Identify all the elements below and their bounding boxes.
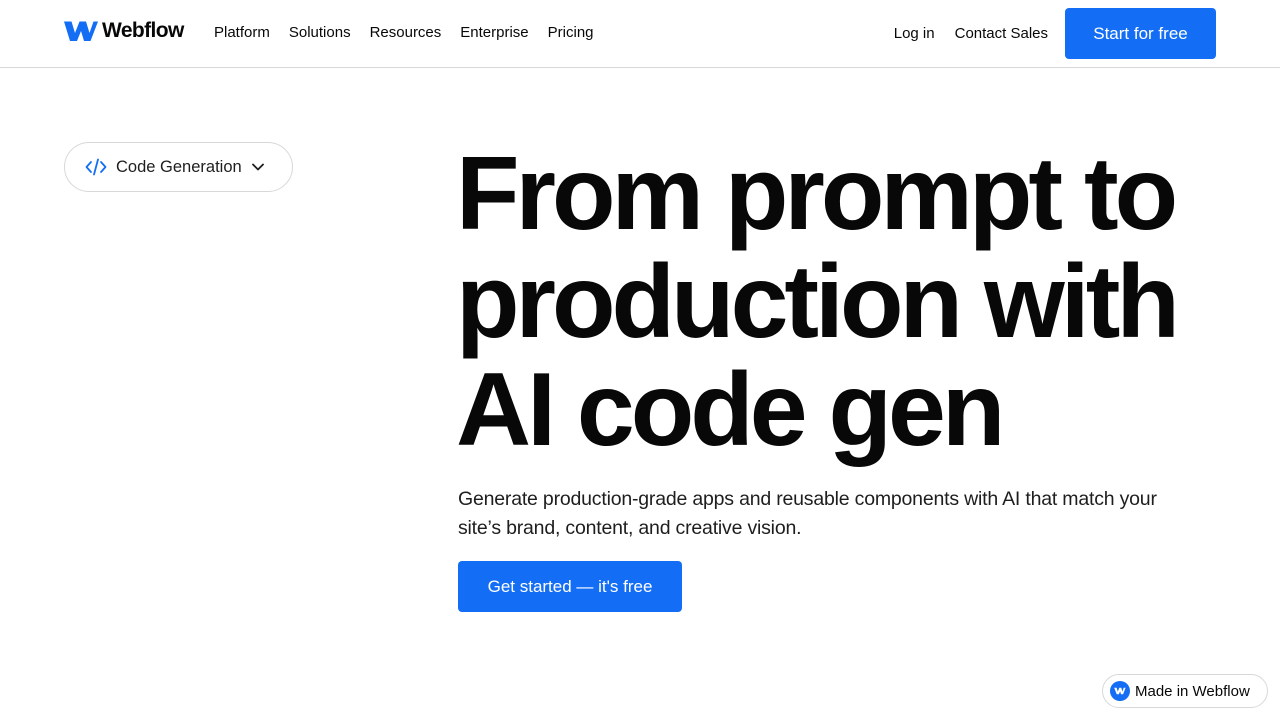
top-navigation: Webflow Platform Solutions Resources Ent… — [0, 0, 1280, 68]
nav-link-solutions[interactable]: Solutions — [289, 22, 351, 44]
webflow-badge-icon — [1110, 681, 1130, 701]
hero-title: From prompt to production with AI code g… — [456, 140, 1236, 464]
brand-name: Webflow — [102, 19, 184, 42]
code-icon — [85, 158, 107, 176]
category-dropdown[interactable]: Code Generation — [64, 142, 293, 192]
nav-link-pricing[interactable]: Pricing — [548, 22, 594, 44]
brand-logo[interactable]: Webflow — [64, 20, 184, 42]
contact-sales-link[interactable]: Contact Sales — [955, 23, 1048, 45]
webflow-logo-icon — [64, 21, 98, 41]
hero-title-line-2: production with — [456, 244, 1180, 360]
made-in-webflow-label: Made in Webflow — [1135, 682, 1250, 700]
main-nav-links: Platform Solutions Resources Enterprise … — [214, 22, 613, 44]
nav-link-platform[interactable]: Platform — [214, 22, 270, 44]
hero-title-line-1: From prompt to — [456, 136, 1178, 252]
category-label: Code Generation — [116, 157, 242, 176]
hero-subtitle: Generate production-grade apps and reusa… — [458, 488, 1157, 539]
nav-link-enterprise[interactable]: Enterprise — [460, 22, 528, 44]
get-started-button[interactable]: Get started — it's free — [458, 561, 682, 612]
nav-actions: Log in Contact Sales Start for free — [894, 8, 1216, 59]
made-in-webflow-badge[interactable]: Made in Webflow — [1102, 674, 1268, 708]
nav-link-resources[interactable]: Resources — [370, 22, 442, 44]
chevron-down-icon — [251, 163, 264, 171]
login-link[interactable]: Log in — [894, 23, 935, 45]
hero-title-line-3: AI code gen — [456, 352, 1005, 468]
start-for-free-button[interactable]: Start for free — [1065, 8, 1216, 59]
